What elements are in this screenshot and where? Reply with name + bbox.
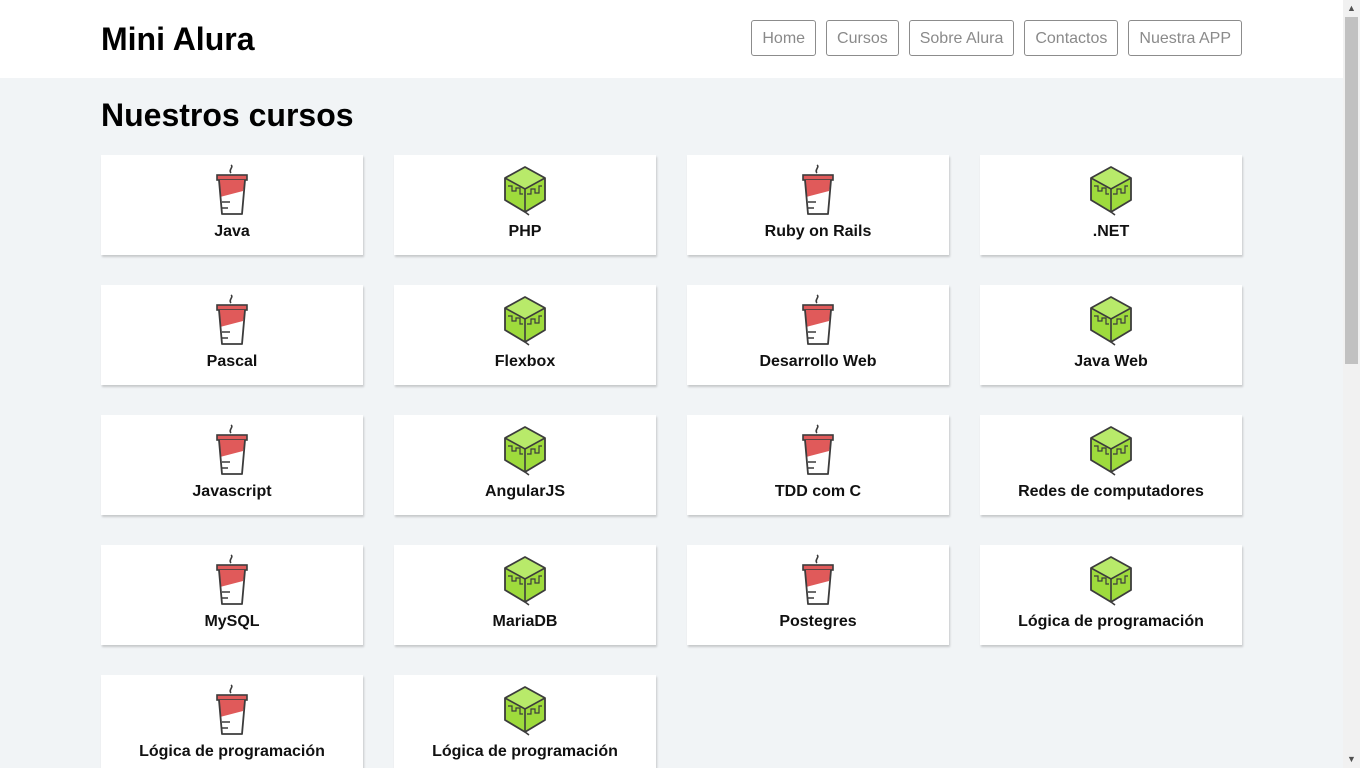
nav-nuestra-app-button[interactable]: Nuestra APP	[1128, 20, 1242, 56]
course-card[interactable]: Lógica de programación	[101, 675, 363, 768]
course-card-label: Lógica de programación	[139, 743, 325, 760]
course-card[interactable]: AngularJS	[394, 415, 656, 515]
nav-sobre-alura-button[interactable]: Sobre Alura	[908, 20, 1015, 56]
coffee-cup-icon	[796, 164, 840, 216]
course-card-label: Java	[214, 223, 250, 240]
green-cube-icon	[503, 164, 547, 216]
brand-logo[interactable]: Mini Alura	[101, 19, 254, 59]
course-card-label: Java Web	[1074, 353, 1148, 370]
green-cube-icon	[1089, 164, 1133, 216]
course-card[interactable]: Flexbox	[394, 285, 656, 385]
coffee-cup-icon	[210, 684, 254, 736]
nav-contactos-button[interactable]: Contactos	[1024, 20, 1119, 56]
course-card-label: Lógica de programación	[1018, 613, 1204, 630]
coffee-cup-icon	[210, 424, 254, 476]
course-card[interactable]: Pascal	[101, 285, 363, 385]
course-card[interactable]: Lógica de programación	[394, 675, 656, 768]
nav-home-button[interactable]: Home	[751, 20, 817, 56]
nav-cursos-button[interactable]: Cursos	[826, 20, 899, 56]
scroll-down-arrow-icon[interactable]: ▼	[1343, 751, 1360, 768]
course-card[interactable]: PHP	[394, 155, 656, 255]
green-cube-icon	[1089, 554, 1133, 606]
course-card-label: Javascript	[192, 483, 272, 500]
vertical-scrollbar[interactable]: ▲ ▼	[1343, 0, 1360, 768]
course-card[interactable]: MySQL	[101, 545, 363, 645]
course-card-label: MySQL	[204, 613, 260, 630]
course-card[interactable]: TDD com C	[687, 415, 949, 515]
green-cube-icon	[503, 424, 547, 476]
top-bar: Mini Alura Home Cursos Sobre Alura Conta…	[0, 0, 1343, 78]
coffee-cup-icon	[210, 554, 254, 606]
course-card-label: Redes de computadores	[1018, 483, 1204, 500]
course-card-label: Lógica de programación	[432, 743, 618, 760]
page-title: Nuestros cursos	[101, 97, 354, 133]
course-card-label: MariaDB	[492, 613, 558, 630]
coffee-cup-icon	[210, 294, 254, 346]
green-cube-icon	[1089, 424, 1133, 476]
green-cube-icon	[503, 294, 547, 346]
course-card[interactable]: .NET	[980, 155, 1242, 255]
course-card[interactable]: Postegres	[687, 545, 949, 645]
coffee-cup-icon	[210, 164, 254, 216]
scroll-up-arrow-icon[interactable]: ▲	[1343, 0, 1360, 17]
course-card[interactable]: Desarrollo Web	[687, 285, 949, 385]
course-card-label: TDD com C	[774, 483, 862, 500]
course-card-label: Flexbox	[494, 353, 556, 370]
course-card[interactable]: Ruby on Rails	[687, 155, 949, 255]
coffee-cup-icon	[796, 424, 840, 476]
course-card[interactable]: Redes de computadores	[980, 415, 1242, 515]
course-card-label: Postegres	[779, 613, 857, 630]
course-card-label: Pascal	[206, 353, 258, 370]
course-card[interactable]: MariaDB	[394, 545, 656, 645]
green-cube-icon	[1089, 294, 1133, 346]
course-card-label: PHP	[508, 223, 542, 240]
coffee-cup-icon	[796, 554, 840, 606]
course-grid: Java PHP Ruby on Rails .NET Pascal Flexbox Des…	[101, 155, 1242, 768]
green-cube-icon	[503, 684, 547, 736]
coffee-cup-icon	[796, 294, 840, 346]
page: Mini Alura Home Cursos Sobre Alura Conta…	[0, 0, 1343, 768]
course-card[interactable]: Java	[101, 155, 363, 255]
green-cube-icon	[503, 554, 547, 606]
course-card-label: .NET	[1092, 223, 1130, 240]
course-card-label: Ruby on Rails	[764, 223, 872, 240]
course-card-label: AngularJS	[484, 483, 565, 500]
course-card-label: Desarrollo Web	[759, 353, 877, 370]
course-card[interactable]: Java Web	[980, 285, 1242, 385]
main-nav: Home Cursos Sobre Alura Contactos Nuestr…	[751, 20, 1242, 56]
scroll-thumb[interactable]	[1345, 17, 1358, 364]
course-card[interactable]: Lógica de programación	[980, 545, 1242, 645]
course-card[interactable]: Javascript	[101, 415, 363, 515]
